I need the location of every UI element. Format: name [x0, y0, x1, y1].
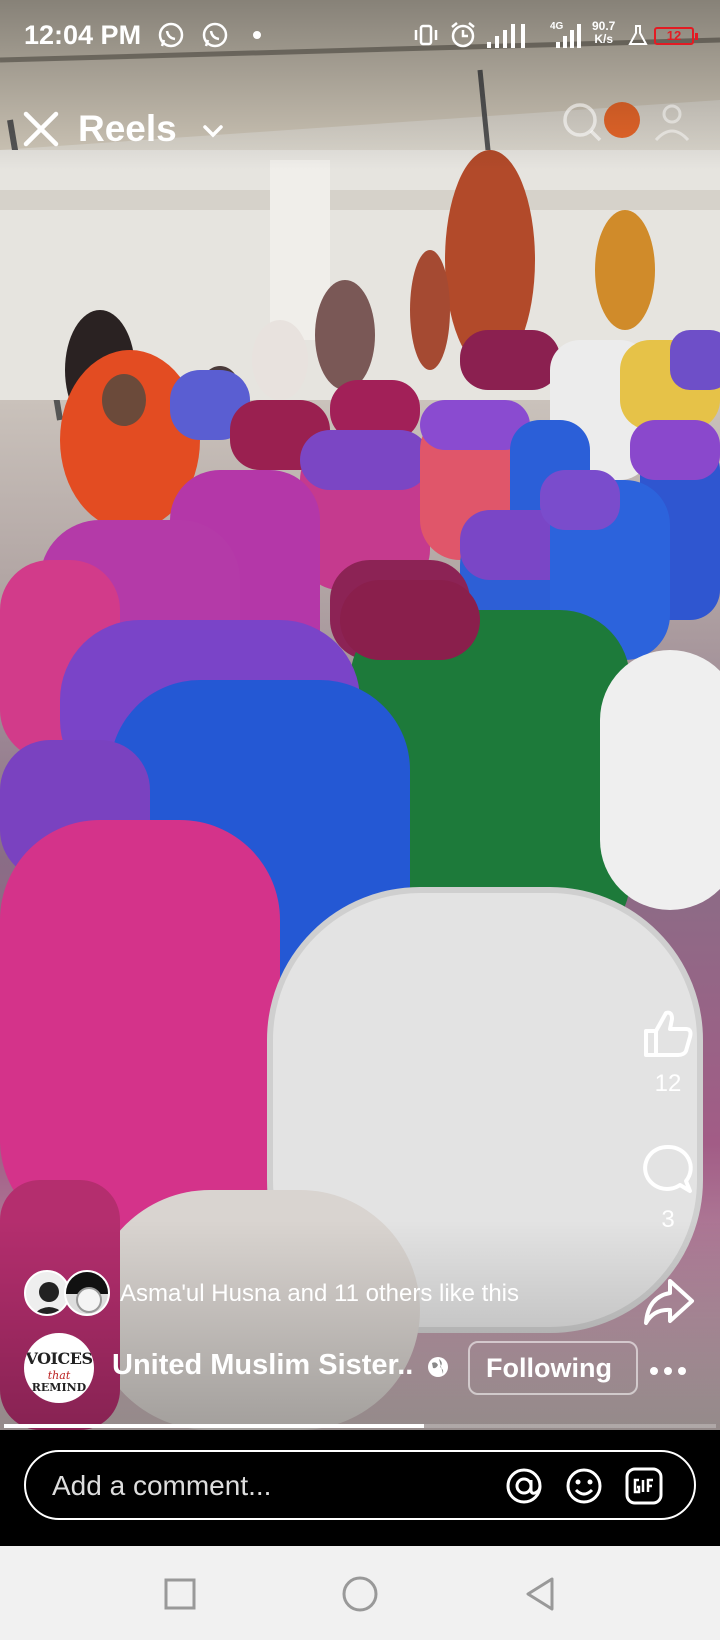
back-triangle-icon [526, 1577, 554, 1611]
gif-icon[interactable] [624, 1466, 664, 1506]
reel-video[interactable] [0, 0, 720, 1430]
comment-button[interactable]: 3 [628, 1141, 708, 1234]
share-button[interactable] [628, 1275, 708, 1336]
emoji-icon[interactable] [564, 1466, 604, 1506]
liker-avatar [64, 1270, 110, 1316]
mention-icon[interactable] [504, 1466, 544, 1506]
video-progress-bar[interactable] [4, 1424, 716, 1428]
close-icon [23, 111, 59, 147]
person-icon [654, 104, 690, 142]
search-icon [563, 103, 602, 142]
page-info-row: VOICES that REMIND United Muslim Sister.… [24, 1333, 714, 1403]
reels-header: Reels [0, 96, 720, 166]
signal-strength-icon [484, 20, 536, 50]
page-avatar[interactable]: VOICES that REMIND [24, 1333, 94, 1403]
more-options-icon[interactable] [644, 1353, 694, 1383]
status-bar: 12:04 PM 4G 90.7 K/s 12 [0, 0, 720, 72]
whatsapp-icon [156, 20, 186, 50]
status-time: 12:04 PM [24, 20, 142, 50]
profile-button[interactable] [650, 100, 694, 144]
following-button[interactable]: Following [468, 1341, 638, 1395]
notification-dot-icon [250, 20, 264, 50]
close-button[interactable] [18, 106, 64, 152]
reels-title[interactable]: Reels [78, 108, 177, 150]
comment-bubble-icon [643, 1144, 693, 1193]
chevron-down-icon[interactable] [200, 118, 226, 144]
page-avatar-logo: VOICES [25, 1349, 93, 1368]
circle-icon [342, 1576, 378, 1612]
back-button[interactable] [520, 1574, 560, 1614]
like-button[interactable]: 12 [628, 1005, 708, 1098]
home-button[interactable] [340, 1574, 380, 1614]
thumbs-up-icon [644, 1010, 693, 1057]
recents-button[interactable] [160, 1574, 200, 1614]
page-name[interactable]: United Muslim Sister... [112, 1349, 412, 1382]
comment-input[interactable] [50, 1452, 454, 1520]
liked-by-text: Asma'ul Husna and 11 others like this [120, 1280, 520, 1307]
network-speed-unit: K/s [594, 32, 614, 46]
network-speed: 90.7 K/s [592, 20, 615, 46]
like-count: 12 [654, 1070, 682, 1097]
liked-by-row[interactable]: Asma'ul Husna and 11 others like this [24, 1270, 624, 1318]
share-arrow-icon [644, 1279, 694, 1325]
whatsapp-business-icon [200, 20, 230, 50]
signal-4g-icon: 4G [546, 20, 586, 50]
square-icon [164, 1578, 196, 1610]
alarm-icon [448, 20, 478, 50]
globe-icon [426, 1355, 450, 1379]
vibrate-icon [412, 20, 440, 50]
video-progress-fill [4, 1424, 425, 1428]
comment-box [24, 1450, 696, 1520]
page-avatar-logo-bottom: REMIND [31, 1381, 87, 1394]
lab-flask-icon [626, 20, 650, 50]
video-frame [0, 0, 720, 1430]
comment-count: 3 [661, 1206, 675, 1233]
search-button[interactable] [560, 100, 604, 144]
comment-bar [0, 1430, 720, 1546]
system-nav-bar [0, 1546, 720, 1640]
battery-indicator: 12 [654, 27, 698, 45]
signal-4g-label: 4G [550, 21, 564, 32]
